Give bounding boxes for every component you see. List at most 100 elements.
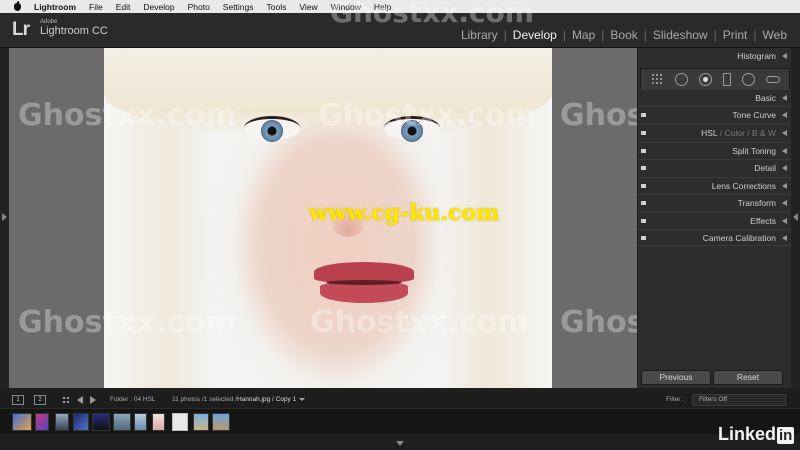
filmstrip-thumbnail[interactable] <box>193 413 209 431</box>
top-panel: Lr Adobe Lightroom CC Library | Develop … <box>0 13 800 48</box>
panel-effects[interactable]: Effects <box>638 212 792 229</box>
selection-info[interactable]: 11 photos /1 selected /Hannah.jpg / Copy… <box>172 396 306 403</box>
folder-source[interactable]: Folder : 04 HSL <box>110 396 156 403</box>
menu-app-name[interactable]: Lightroom <box>34 2 76 12</box>
panel-detail[interactable]: Detail <box>638 159 792 176</box>
panel-basic-label: Basic <box>755 93 776 103</box>
panel-transform[interactable]: Transform <box>638 194 792 211</box>
reset-button[interactable]: Reset <box>713 370 783 385</box>
linkedin-text: Linked <box>718 424 777 444</box>
panel-switch-icon[interactable] <box>641 184 646 188</box>
module-book[interactable]: Book <box>605 28 642 42</box>
panel-histogram-label: Histogram <box>737 51 776 61</box>
collapse-arrow-icon[interactable] <box>782 53 787 59</box>
panel-switch-icon[interactable] <box>641 201 646 205</box>
menu-settings[interactable]: Settings <box>223 2 254 12</box>
filmstrip-thumbnail-selected[interactable] <box>172 413 188 431</box>
photo-count: 11 photos /1 selected / <box>172 396 237 403</box>
collapse-arrow-icon[interactable] <box>782 235 787 241</box>
photo-left-eye <box>244 116 300 142</box>
filmstrip-thumbnail[interactable] <box>92 413 110 431</box>
collapse-arrow-icon[interactable] <box>782 183 787 189</box>
back-arrow-icon[interactable] <box>77 396 83 404</box>
grid-overlay-icon[interactable] <box>650 72 664 86</box>
expand-left-panel-icon[interactable] <box>2 213 7 221</box>
panel-color-label[interactable]: Color <box>724 128 744 138</box>
panel-split-toning[interactable]: Split Toning <box>638 142 792 159</box>
menu-help[interactable]: Help <box>374 2 391 12</box>
menu-file[interactable]: File <box>89 2 103 12</box>
menu-photo[interactable]: Photo <box>188 2 210 12</box>
adjustment-brush-icon[interactable] <box>765 75 780 83</box>
filmstrip-thumbnail[interactable] <box>212 413 230 431</box>
photo-lower-lip <box>320 283 408 303</box>
right-panel-edge[interactable] <box>791 48 800 388</box>
photo-iris <box>261 120 283 142</box>
panel-bw-label[interactable]: B & W <box>752 128 776 138</box>
filmstrip <box>0 408 800 434</box>
selected-filename: Hannah.jpg / Copy 1 <box>236 396 297 403</box>
filmstrip-thumbnail[interactable] <box>73 413 89 431</box>
collapse-right-panel-icon[interactable] <box>793 213 798 221</box>
module-web[interactable]: Web <box>758 28 792 42</box>
panel-switch-icon[interactable] <box>641 149 646 153</box>
menu-tools[interactable]: Tools <box>267 2 287 12</box>
menu-window[interactable]: Window <box>331 2 361 12</box>
panel-switch-icon[interactable] <box>641 219 646 223</box>
panel-transform-label: Transform <box>737 198 776 208</box>
menu-edit[interactable]: Edit <box>116 2 131 12</box>
panel-switch-icon[interactable] <box>641 113 646 117</box>
panel-camera-calibration-label: Camera Calibration <box>702 233 776 243</box>
main-monitor-button[interactable]: 1 <box>12 395 24 405</box>
portrait-photo[interactable]: www.cg-ku.com <box>104 48 552 388</box>
collapse-arrow-icon[interactable] <box>782 200 787 206</box>
menu-view[interactable]: View <box>299 2 317 12</box>
grid-view-icon[interactable] <box>62 396 70 404</box>
panel-hsl-label[interactable]: HSL <box>701 128 717 138</box>
filmstrip-thumbnail[interactable] <box>113 413 131 431</box>
menu-develop[interactable]: Develop <box>143 2 174 12</box>
filmstrip-thumbnail[interactable] <box>152 413 165 431</box>
collapse-filmstrip-icon[interactable] <box>396 441 404 446</box>
panel-lens-corrections[interactable]: Lens Corrections <box>638 177 792 194</box>
photo-upper-lip <box>314 262 414 282</box>
module-library[interactable]: Library <box>456 28 503 42</box>
panel-detail-label: Detail <box>754 163 776 173</box>
panel-histogram[interactable]: Histogram <box>638 48 792 65</box>
spot-removal-icon[interactable] <box>698 72 712 86</box>
previous-button[interactable]: Previous <box>641 370 711 385</box>
graduated-filter-icon[interactable] <box>722 72 731 86</box>
module-slideshow[interactable]: Slideshow <box>648 28 713 42</box>
panel-switch-icon[interactable] <box>641 131 646 135</box>
apple-icon[interactable] <box>12 2 24 11</box>
module-develop[interactable]: Develop <box>508 28 562 42</box>
second-monitor-button[interactable]: 2 <box>34 395 46 405</box>
module-map[interactable]: Map <box>567 28 600 42</box>
panel-basic[interactable]: Basic <box>638 89 792 106</box>
filter-select[interactable]: Filters Off <box>692 394 786 406</box>
filmstrip-thumbnail[interactable] <box>134 413 147 431</box>
collapse-arrow-icon[interactable] <box>782 218 787 224</box>
chevron-down-icon[interactable] <box>299 397 306 401</box>
brand-line-product: Lightroom CC <box>40 25 108 37</box>
collapse-arrow-icon[interactable] <box>782 112 787 118</box>
panel-hsl[interactable]: HSL / Color / B & W <box>638 124 792 141</box>
filmstrip-thumbnail[interactable] <box>35 413 49 431</box>
collapse-arrow-icon[interactable] <box>782 95 787 101</box>
forward-arrow-icon[interactable] <box>90 396 96 404</box>
module-print[interactable]: Print <box>718 28 753 42</box>
filmstrip-thumbnail[interactable] <box>55 413 69 431</box>
left-panel-collapsed[interactable] <box>0 48 9 388</box>
panel-switch-icon[interactable] <box>641 236 646 240</box>
panel-switch-icon[interactable] <box>641 166 646 170</box>
crop-overlay-icon[interactable] <box>674 72 688 86</box>
filmstrip-thumbnail[interactable] <box>12 413 32 431</box>
radial-filter-icon[interactable] <box>741 72 755 86</box>
photo-iris <box>401 120 423 142</box>
panel-tone-curve[interactable]: Tone Curve <box>638 106 792 123</box>
collapse-arrow-icon[interactable] <box>782 148 787 154</box>
develop-canvas[interactable]: www.cg-ku.com <box>9 48 637 388</box>
collapse-arrow-icon[interactable] <box>782 130 787 136</box>
panel-camera-calibration[interactable]: Camera Calibration <box>638 229 792 246</box>
collapse-arrow-icon[interactable] <box>782 165 787 171</box>
